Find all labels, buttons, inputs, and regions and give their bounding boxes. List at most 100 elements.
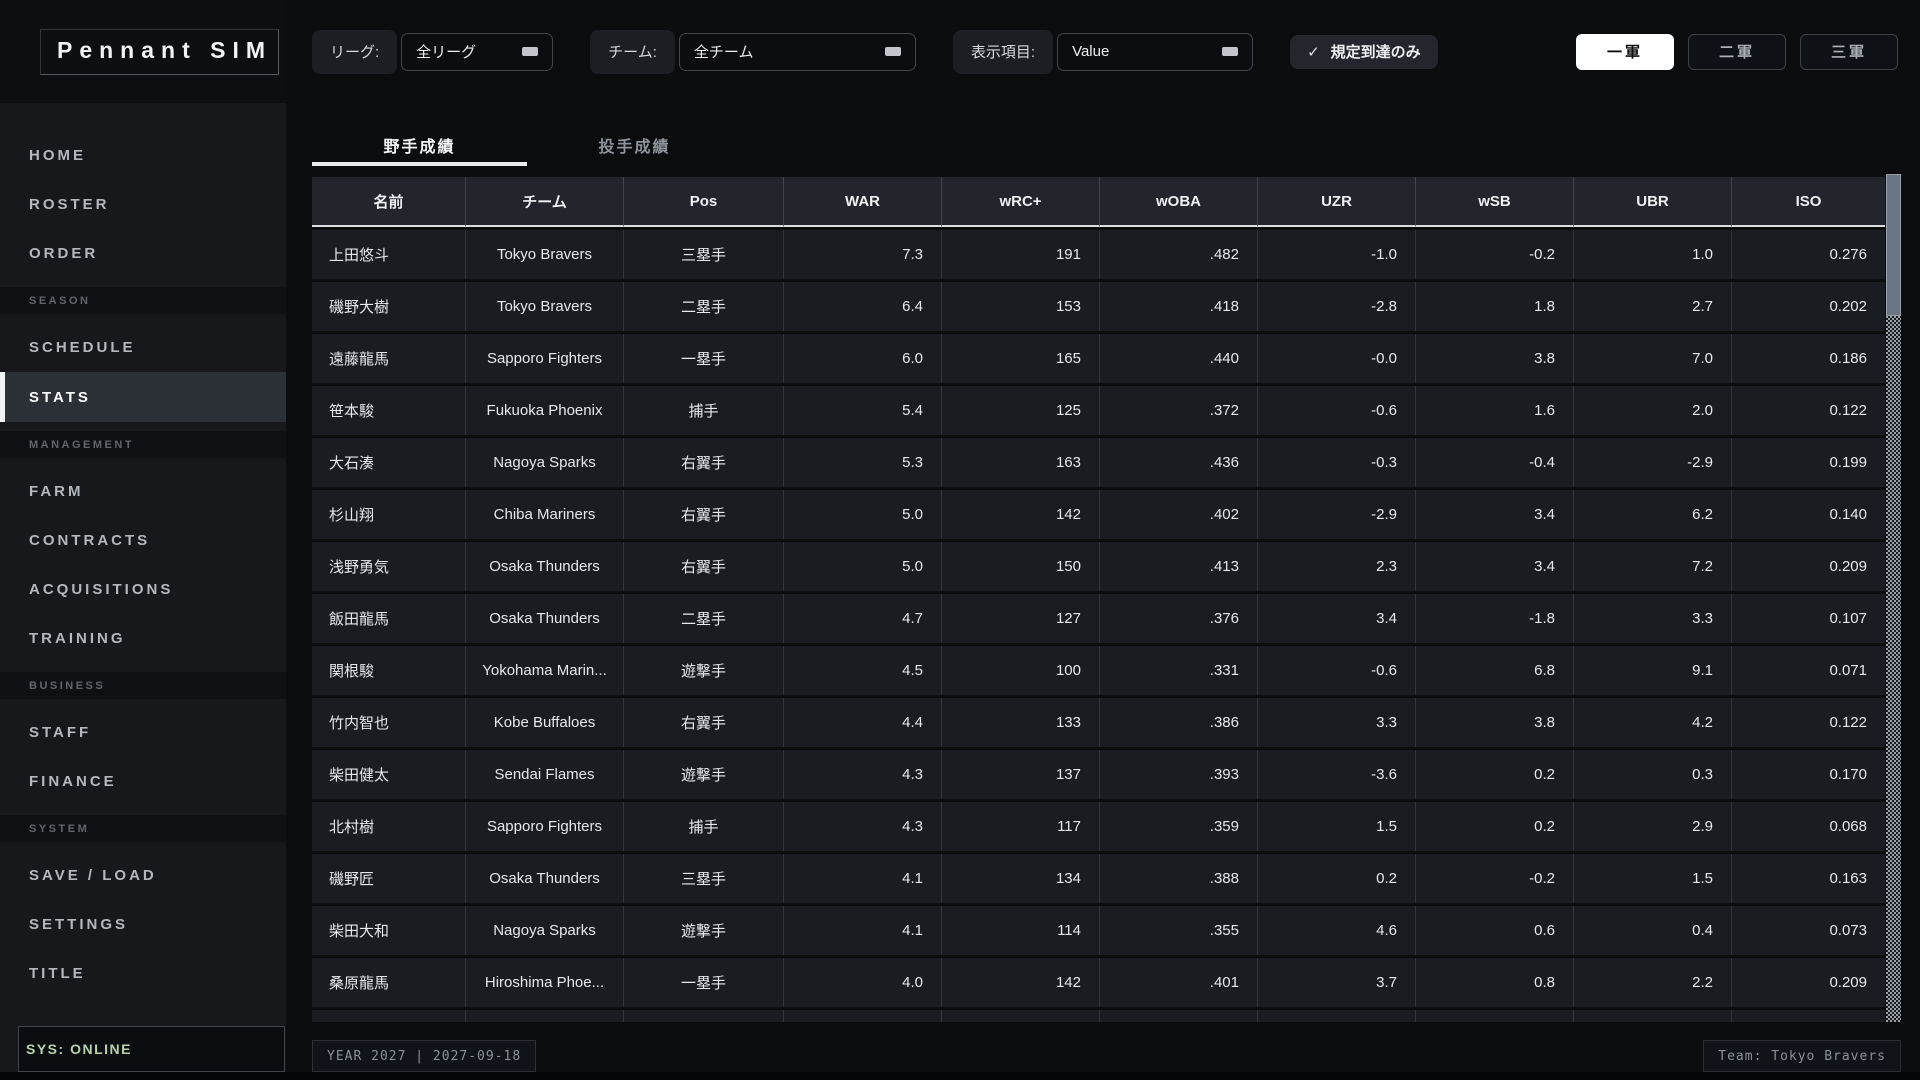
tab-pitching-stats[interactable]: 投手成績: [527, 127, 742, 166]
squad-button-2[interactable]: 二軍: [1688, 33, 1786, 70]
stat-cell: 3.8: [1416, 334, 1574, 383]
stat-cell: Tokyo Bravers: [466, 230, 624, 279]
stat-cell: -0.6: [1258, 646, 1416, 695]
stat-cell: 4.1: [784, 854, 942, 903]
stat-cell: -2.8: [1258, 282, 1416, 331]
sidebar-item-settings[interactable]: SETTINGS: [0, 900, 286, 949]
team-status-label: Team: Tokyo Bravers: [1718, 1048, 1886, 1064]
stat-cell: Kobe Buffaloes: [466, 698, 624, 747]
tab-batting-stats[interactable]: 野手成績: [312, 127, 527, 166]
table-row[interactable]: 飯田龍馬 Osaka Thunders 二塁手 4.7 127.376 3.4 -1.8 3.…: [312, 594, 1885, 643]
stat-cell: 4.3: [784, 750, 942, 799]
stat-cell: 0.276: [1732, 230, 1885, 279]
stat-cell: -2.9: [1258, 490, 1416, 539]
sidebar-section-business: BUSINESS: [0, 672, 286, 699]
app-window: Pennant SIM HOME ROSTER ORDER SEASON SCHEDUL…: [0, 0, 1920, 1080]
table-row[interactable]: 磯野大樹 Tokyo Bravers 二塁手 6.4 153.418 -2.8 1.8 2.7…: [312, 282, 1885, 331]
stat-cell: .331: [1100, 646, 1258, 695]
sidebar-item-training[interactable]: TRAINING: [0, 614, 286, 663]
league-select[interactable]: 全リーグ: [401, 32, 554, 71]
sidebar-header: Pennant SIM: [0, 0, 286, 103]
table-row[interactable]: 上田悠斗 Tokyo Bravers 三塁手 7.3 191.482 -1.0 -0.2 1.…: [312, 230, 1885, 279]
display-item-filter-label: 表示項目:: [952, 29, 1054, 74]
stats-table: 名前 チーム Pos WAR wRC+ wOBA UZR wSB UBR ISO 上田悠斗 Toky…: [312, 174, 1885, 1022]
stat-cell: .393: [1100, 750, 1258, 799]
stat-cell: Hiroshima Phoe...: [466, 958, 624, 1007]
stat-cell: Nagoya Sparks: [466, 438, 624, 487]
table-row[interactable]: 柴田健太 Sendai Flames 遊撃手 4.3 137.393 -3.6 0.2 0.3…: [312, 750, 1885, 799]
sidebar-item-order[interactable]: ORDER: [0, 229, 286, 278]
column-header-war[interactable]: WAR: [784, 177, 942, 227]
player-name-cell: 関根駿: [312, 646, 466, 695]
stat-cell: 3.4: [1416, 490, 1574, 539]
stat-cell: 0.4: [1574, 906, 1732, 955]
sidebar-item-schedule[interactable]: SCHEDULE: [0, 323, 286, 372]
column-header-woba[interactable]: wOBA: [1100, 177, 1258, 227]
sidebar-item-title[interactable]: TITLE: [0, 949, 286, 998]
sidebar-item-home[interactable]: HOME: [0, 131, 286, 180]
sidebar-item-stats[interactable]: STATS: [0, 372, 286, 422]
column-header-wsb[interactable]: wSB: [1416, 177, 1574, 227]
table-row[interactable]: 大石湊 Nagoya Sparks 右翼手 5.3 163.436 -0.3 -0.4 -2.…: [312, 438, 1885, 487]
column-header-ubr[interactable]: UBR: [1574, 177, 1732, 227]
squad-button-3[interactable]: 三軍: [1800, 33, 1898, 70]
stat-cell: -1.8: [1416, 594, 1574, 643]
stat-cell: 4.4: [784, 698, 942, 747]
stat-cell: 0.170: [1732, 750, 1885, 799]
table-row[interactable]: 北村樹 Sapporo Fighters 捕手 4.3 117.359 1.5 0.2 2.9…: [312, 802, 1885, 851]
column-header-wrc[interactable]: wRC+: [942, 177, 1100, 227]
stat-cell: .355: [1100, 906, 1258, 955]
column-header-item[interactable]: 名前: [312, 177, 466, 227]
qualified-only-toggle[interactable]: ✓ 規定到達のみ: [1290, 34, 1438, 69]
scrollbar-thumb[interactable]: [1886, 174, 1901, 316]
sidebar-item-contracts[interactable]: CONTRACTS: [0, 516, 286, 565]
column-header-item[interactable]: チーム: [466, 177, 624, 227]
table-row[interactable]: 竹内智也 Kobe Buffaloes 右翼手 4.4 133.386 3.3 3.8 4.2…: [312, 698, 1885, 747]
column-header-iso[interactable]: ISO: [1732, 177, 1885, 227]
player-name-cell: 磯野匠: [312, 854, 466, 903]
stat-cell: 二塁手: [624, 594, 784, 643]
table-row[interactable]: 遠藤龍馬 Sapporo Fighters 一塁手 6.0 165.440 -0.0 3.8…: [312, 334, 1885, 383]
stat-cell: .401: [1100, 958, 1258, 1007]
stat-cell: 165: [942, 334, 1100, 383]
stat-cell: 127: [942, 594, 1100, 643]
table-row[interactable]: 浅野勇気 Osaka Thunders 右翼手 5.0 150.413 2.3 3.4 7.2…: [312, 542, 1885, 591]
display-item-select[interactable]: Value: [1057, 32, 1254, 71]
stat-cell: 0.6: [1416, 906, 1574, 955]
stat-cell: Yokohama Marin...: [466, 646, 624, 695]
squad-button-1[interactable]: 一軍: [1576, 33, 1674, 70]
stat-cell: 6.8: [1416, 646, 1574, 695]
table-row[interactable]: 柴田大和 Nagoya Sparks 遊撃手 4.1 114.355 4.6 0.6 0.4 0…: [312, 906, 1885, 955]
table-row[interactable]: 磯野匠 Osaka Thunders 三塁手 4.1 134.388 0.2 -0.2 1.5…: [312, 854, 1885, 903]
sidebar-item-roster[interactable]: ROSTER: [0, 180, 286, 229]
stat-cell: .402: [1100, 490, 1258, 539]
stat-cell: 100: [942, 646, 1100, 695]
table-row[interactable]: 笹本駿 Fukuoka Phoenix 捕手 5.4 125.372 -0.6 1.6 2.0…: [312, 386, 1885, 435]
main-content: リーグ: 全リーグ チーム: 全チーム 表示項目: Value ✓ 規定到達のみ…: [286, 0, 1920, 1080]
sidebar-item-finance[interactable]: FINANCE: [0, 757, 286, 806]
column-header-uzr[interactable]: UZR: [1258, 177, 1416, 227]
date-status-label: YEAR 2027 | 2027-09-18: [327, 1048, 522, 1064]
stat-cell: 153: [942, 282, 1100, 331]
column-header-pos[interactable]: Pos: [624, 177, 784, 227]
sidebar-section-system: SYSTEM: [0, 815, 286, 842]
stat-cell: 137: [942, 750, 1100, 799]
team-select[interactable]: 全チーム: [678, 32, 916, 71]
team-filter-group: チーム: 全チーム: [590, 29, 916, 74]
stat-cell: .436: [1100, 438, 1258, 487]
stat-cell: 4.0: [784, 958, 942, 1007]
dropdown-indicator-icon: [884, 47, 901, 56]
sidebar-item-acquisitions[interactable]: ACQUISITIONS: [0, 565, 286, 614]
sidebar-item-save-load[interactable]: SAVE / LOAD: [0, 851, 286, 900]
player-name-cell: 笹本駿: [312, 386, 466, 435]
table-row[interactable]: 関根駿 Yokohama Marin... 遊撃手 4.5 100.331 -0.6 6.8…: [312, 646, 1885, 695]
sidebar-item-farm[interactable]: FARM: [0, 467, 286, 516]
table-scrollbar[interactable]: [1886, 174, 1901, 1022]
stat-cell: -0.3: [1258, 438, 1416, 487]
table-row[interactable]: 杉山翔 Chiba Mariners 右翼手 5.0 142.402 -2.9 3.4 6.2…: [312, 490, 1885, 539]
table-row[interactable]: 桑原龍馬 Hiroshima Phoe... 一塁手 4.0 142.401 3.7 0.8…: [312, 958, 1885, 1007]
stat-cell: 2.0: [1574, 386, 1732, 435]
sidebar-item-staff[interactable]: STAFF: [0, 708, 286, 757]
stat-cell: Osaka Thunders: [466, 542, 624, 591]
table-body: 上田悠斗 Tokyo Bravers 三塁手 7.3 191.482 -1.0 -0.2 1.…: [312, 230, 1885, 1022]
